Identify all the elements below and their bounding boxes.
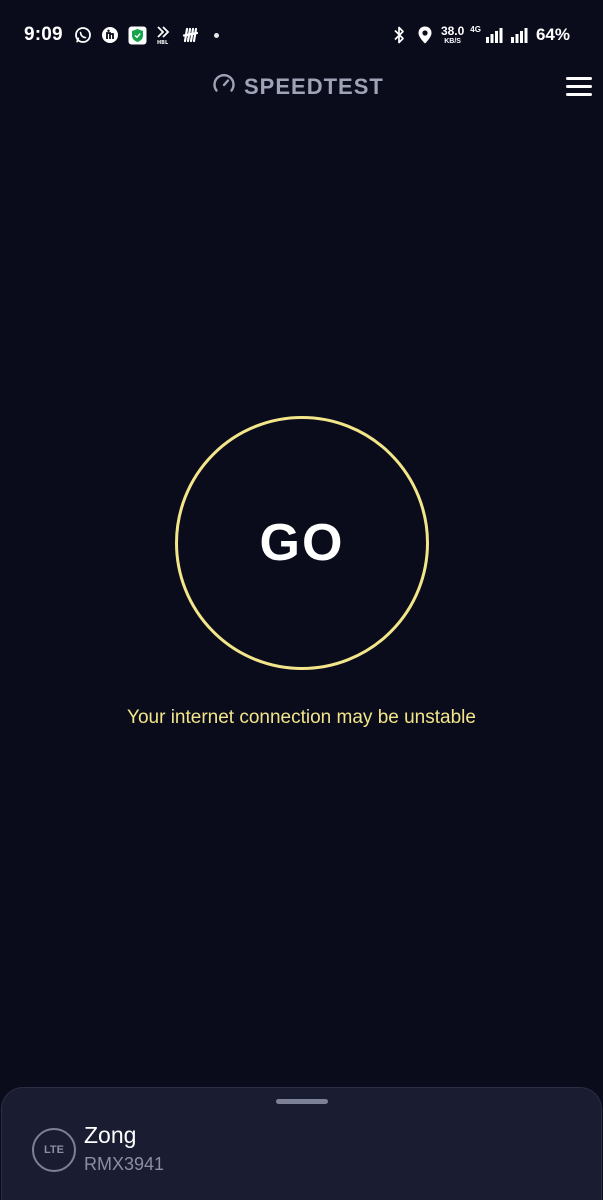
signal-strength-sim2-icon [510, 25, 530, 45]
signal-strength-icon [484, 25, 504, 45]
menu-line [566, 76, 592, 80]
app-badge-icon [100, 25, 120, 45]
more-notifications-dot [214, 32, 219, 38]
menu-line [566, 84, 592, 88]
notification-icons: HBL [73, 24, 219, 46]
brand: SPEEDTEST [212, 72, 384, 101]
device-name: RMX3941 [84, 1154, 165, 1174]
provider-name: Zong [84, 1122, 137, 1148]
battery-level: 64% [535, 25, 570, 44]
status-bar: 9:09 HBL 38.0 KB/S 4G 64% [0, 0, 603, 70]
network-speed: 38.0 KB/S [441, 25, 464, 45]
connection-warning: Your internet connection may be unstable [127, 707, 476, 728]
app-h-icon [181, 25, 201, 45]
hbl-icon: HBL [154, 25, 174, 45]
location-icon [415, 25, 435, 45]
bluetooth-icon [389, 25, 409, 45]
go-button[interactable]: GO [175, 416, 429, 670]
status-time: 9:09 [24, 24, 63, 45]
lte-badge-icon: LTE [32, 1128, 76, 1172]
network-type: 4G [470, 25, 481, 34]
app-header: SPEEDTEST [0, 64, 603, 108]
svg-text:HBL: HBL [157, 40, 169, 45]
whatsapp-icon [73, 25, 93, 45]
shield-icon [127, 25, 147, 45]
hamburger-menu-icon[interactable] [566, 72, 594, 100]
sheet-drag-handle[interactable] [276, 1099, 328, 1104]
speedometer-icon [212, 72, 236, 101]
system-icons: 38.0 KB/S 4G 64% [389, 22, 570, 48]
network-speed-unit: KB/S [444, 38, 461, 45]
go-label: GO [259, 514, 345, 572]
network-speed-value: 38.0 [440, 24, 465, 38]
menu-line [566, 92, 592, 96]
app-title: SPEEDTEST [244, 73, 384, 99]
speedtest-screen: 9:09 HBL 38.0 KB/S 4G 64% SPEEDTEST GO Y… [0, 0, 603, 1200]
connection-sheet[interactable]: LTE Zong RMX3941 [1, 1087, 602, 1200]
